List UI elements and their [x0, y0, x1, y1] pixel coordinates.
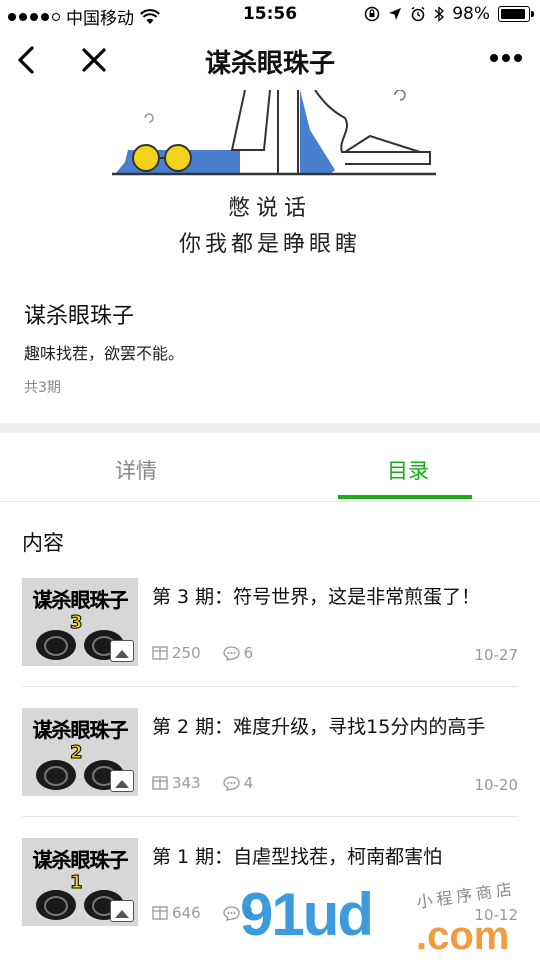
comment-icon: [222, 645, 240, 661]
issue-thumbnail: 谋杀眼珠子 2: [22, 708, 138, 796]
issue-thumbnail: 谋杀眼珠子 3: [22, 578, 138, 666]
views-icon: [152, 906, 168, 920]
watermark-suffix: .com: [416, 914, 510, 958]
column-description: 趣味找茬，欲罢不能。: [24, 344, 185, 363]
tab-details[interactable]: 详情: [66, 455, 206, 485]
cover-illustration: [112, 90, 436, 176]
location-icon: [389, 8, 402, 20]
banner-slogan-line1: 憋说话: [227, 196, 312, 221]
active-tab-indicator: [338, 495, 472, 499]
content-heading: 内容: [22, 531, 64, 555]
glasses-lens-left: [36, 760, 76, 790]
item-title: 第 2 期：难度升级，寻找15分内的高手: [152, 716, 486, 738]
thumbnail-number: 3: [70, 612, 83, 634]
watermark-tagline: 小程序商店: [415, 879, 518, 912]
rotation-lock-icon: [364, 6, 380, 22]
item-meta: 250 6: [152, 644, 275, 662]
thumbnail-title: 谋杀眼珠子: [32, 848, 129, 872]
item-title: 第 3 期：符号世界，这是非常煎蛋了！: [152, 586, 481, 608]
tab-bar: 详情 目录: [0, 433, 540, 502]
item-date: 10-20: [474, 776, 518, 794]
list-item[interactable]: 谋杀眼珠子 2 第 2 期：难度升级，寻找15分内的高手 343 4 10-20: [22, 708, 518, 818]
watermark-main: 91ud: [240, 881, 374, 948]
comment-icon: [222, 775, 240, 791]
item-meta: 343 4: [152, 774, 275, 792]
image-icon: [110, 900, 134, 922]
battery-percent: 98%: [452, 4, 490, 24]
navigation-bar: 谋杀眼珠子: [0, 30, 540, 90]
more-icon[interactable]: [490, 54, 522, 62]
cover-banner: 憋说话 你我都是睁眼瞎: [0, 90, 540, 265]
bluetooth-icon: [434, 6, 445, 22]
tab-catalog[interactable]: 目录: [338, 455, 478, 485]
glasses-lens-left: [36, 630, 76, 660]
column-title: 谋杀眼珠子: [24, 304, 135, 329]
section-divider: [0, 423, 540, 433]
list-separator: [22, 686, 518, 687]
thumbnail-title: 谋杀眼珠子: [32, 588, 129, 612]
status-right: 98%: [364, 4, 534, 24]
thumbnail-number: 2: [70, 742, 83, 764]
issue-thumbnail: 谋杀眼珠子 1: [22, 838, 138, 926]
image-icon: [110, 640, 134, 662]
item-title: 第 1 期：自虐型找茬，柯南都害怕: [152, 846, 443, 868]
list-item[interactable]: 谋杀眼珠子 3 第 3 期：符号世界，这是非常煎蛋了！ 250 6 10-27: [22, 578, 518, 688]
comment-count: 4: [243, 774, 254, 792]
alarm-icon: [411, 6, 425, 22]
thumbnail-title: 谋杀眼珠子: [32, 718, 129, 742]
glasses-lens-left: [36, 890, 76, 920]
view-count: 343: [172, 774, 201, 792]
issue-count: 共3期: [24, 380, 61, 396]
comment-icon: [222, 905, 240, 921]
banner-slogan-line2: 你我都是睁眼瞎: [178, 232, 361, 257]
image-icon: [110, 770, 134, 792]
list-separator: [22, 816, 518, 817]
page-title: 谋杀眼珠子: [204, 49, 335, 79]
item-date: 10-27: [474, 646, 518, 664]
thumbnail-number: 1: [70, 872, 83, 894]
view-count: 646: [172, 904, 201, 922]
views-icon: [152, 776, 168, 790]
site-watermark: 91ud 小程序商店 .com: [240, 879, 540, 960]
battery-icon: [498, 6, 534, 22]
status-bar: 中国移动 15:56 98%: [0, 0, 540, 30]
views-icon: [152, 646, 168, 660]
view-count: 250: [172, 644, 201, 662]
comment-count: 6: [243, 644, 254, 662]
